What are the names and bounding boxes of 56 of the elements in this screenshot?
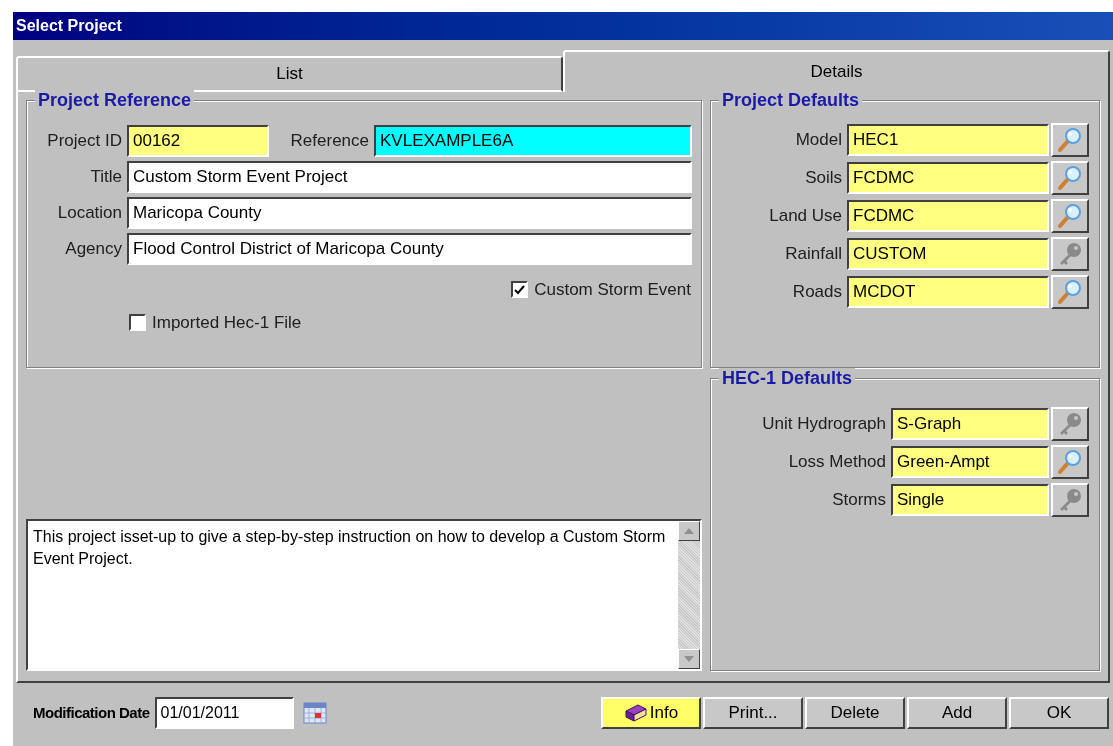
field-label: Rainfall	[784, 243, 843, 266]
scroll-up-icon[interactable]	[678, 521, 700, 541]
checkbox-label: Imported Hec-1 File	[152, 311, 302, 334]
lookup-button[interactable]	[1051, 445, 1089, 479]
field-label: Model	[794, 129, 843, 152]
dialog-button[interactable]: Add	[907, 697, 1007, 729]
checkbox[interactable]	[511, 281, 529, 299]
search-icon	[1057, 279, 1083, 305]
description-text: This project isset-up to give a step-by-step instruction on how to develop a Custom Storm Event Project.	[32, 527, 667, 569]
lookup-button[interactable]	[1051, 199, 1089, 233]
field-label: Soils	[804, 167, 843, 190]
lookup-button[interactable]	[1051, 275, 1089, 309]
dialog-button[interactable]: Info	[601, 697, 701, 729]
description-box[interactable]: This project isset-up to give a step-by-step instruction on how to develop a Custom Storm Event Project.	[26, 519, 702, 671]
field-label: Land Use	[768, 205, 843, 228]
text-field[interactable]: Custom Storm Event Project	[127, 161, 692, 193]
search-icon	[1057, 449, 1083, 475]
lookup-button[interactable]	[1051, 161, 1089, 195]
modification-date-field[interactable]: 01/01/2011	[154, 697, 294, 729]
tab[interactable]: List	[16, 56, 563, 92]
project-id-field[interactable]: 00162	[127, 125, 269, 157]
text-field[interactable]: Flood Control District of Maricopa County	[127, 233, 692, 265]
checkbox[interactable]	[129, 313, 146, 331]
lookup-field[interactable]: HEC1	[847, 124, 1049, 156]
text-field[interactable]: Maricopa County	[127, 197, 692, 229]
group-title: Project Defaults	[719, 90, 863, 110]
lookup-field[interactable]: FCDMC	[847, 200, 1049, 232]
dialog-button[interactable]: Print...	[703, 697, 803, 729]
field-label: Agency	[64, 238, 123, 261]
search-icon	[1057, 127, 1083, 153]
modification-date-label: Modification Date	[33, 702, 150, 723]
dialog-button[interactable]: Delete	[805, 697, 905, 729]
lookup-field[interactable]: MCDOT	[847, 276, 1049, 308]
field-label: Title	[89, 166, 123, 189]
calendar-icon[interactable]	[302, 702, 327, 724]
search-icon	[1057, 165, 1083, 191]
lookup-field[interactable]: FCDMC	[847, 162, 1049, 194]
lookup-field[interactable]: Green-Ampt	[891, 446, 1049, 478]
scrollbar[interactable]	[678, 521, 700, 669]
group-title: Project Reference	[35, 90, 195, 110]
field-label: Location	[56, 202, 123, 225]
field-label: Unit Hydrograph	[761, 413, 887, 436]
field-label: Loss Method	[787, 451, 887, 474]
field-label: Reference	[289, 130, 370, 153]
dialog-button[interactable]: OK	[1009, 697, 1109, 729]
field-label: Project ID	[46, 130, 123, 153]
checkbox-label: Custom Storm Event	[534, 279, 691, 301]
field-label: Roads	[791, 281, 843, 304]
reference-field[interactable]: KVLEXAMPLE6A	[374, 125, 692, 157]
tab[interactable]: Details	[563, 50, 1110, 92]
field-label: Storms	[831, 489, 887, 512]
search-icon	[1057, 203, 1083, 229]
book-icon	[623, 703, 648, 723]
scroll-down-icon[interactable]	[678, 649, 700, 669]
window-title: Select Project	[16, 16, 122, 36]
lookup-button[interactable]	[1051, 123, 1089, 157]
